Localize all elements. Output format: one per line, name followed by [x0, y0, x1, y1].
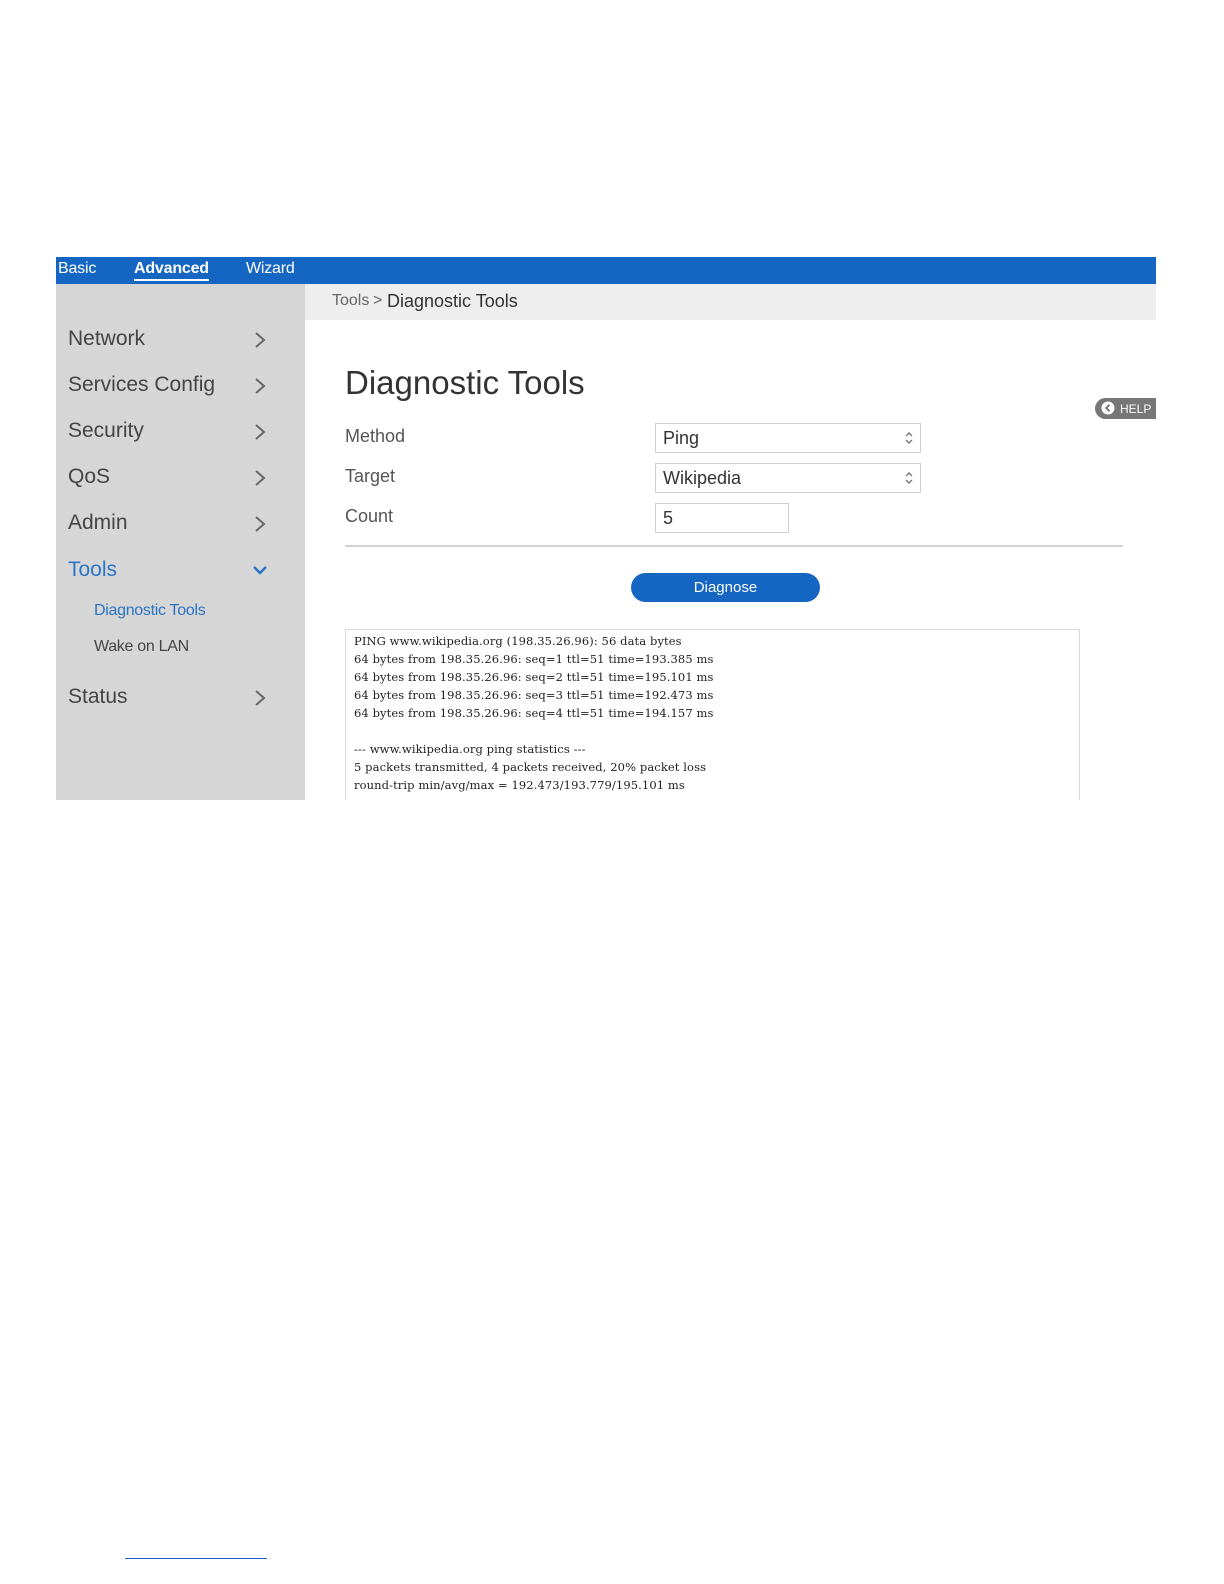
count-label: Count — [345, 506, 394, 526]
sidebar-item-label: Security — [68, 419, 144, 442]
target-select-value: Wikipedia — [663, 468, 742, 488]
output-line: --- www.wikipedia.org ping statistics --… — [354, 742, 586, 756]
router-admin-window: Basic Advanced Wizard Network Services C… — [56, 257, 1156, 800]
sidebar-subitem-diagnostic-tools[interactable]: Diagnostic Tools — [94, 602, 206, 620]
sidebar-item-qos[interactable]: QoS — [68, 463, 268, 495]
help-label: HELP — [1120, 402, 1152, 416]
method-select[interactable]: Ping — [655, 423, 921, 453]
sidebar: Network Services Config Security QoS Adm… — [56, 284, 305, 800]
sidebar-item-services-config[interactable]: Services Config — [68, 371, 268, 403]
method-label: Method — [345, 426, 406, 446]
breadcrumb-parent[interactable]: Tools — [332, 292, 369, 310]
method-select-value: Ping — [663, 428, 700, 448]
chevron-right-icon — [255, 332, 266, 348]
sidebar-item-label: Admin — [68, 511, 128, 534]
output-line: PING www.wikipedia.org (198.35.26.96): 5… — [354, 634, 682, 648]
top-tab-bar: Basic Advanced Wizard — [56, 257, 1156, 284]
up-down-arrows-icon — [905, 432, 913, 444]
up-down-arrows-icon — [905, 472, 913, 484]
tab-wizard[interactable]: Wizard — [246, 260, 295, 278]
footnote-rule — [125, 1558, 267, 1559]
tab-advanced[interactable]: Advanced — [134, 260, 209, 281]
sidebar-subitem-wake-on-lan[interactable]: Wake on LAN — [94, 638, 189, 656]
output-line: 64 bytes from 198.35.26.96: seq=1 ttl=51… — [354, 652, 714, 666]
sidebar-item-status[interactable]: Status — [68, 683, 268, 715]
sidebar-item-label: QoS — [68, 465, 111, 488]
diagnostic-output[interactable]: PING www.wikipedia.org (198.35.26.96): 5… — [345, 629, 1080, 800]
output-line: round-trip min/avg/max = 192.473/193.779… — [354, 778, 685, 792]
chevron-down-icon — [253, 566, 267, 575]
chevron-right-icon — [255, 470, 266, 486]
chevron-right-icon — [255, 424, 266, 440]
sidebar-item-label: Services Config — [68, 373, 216, 396]
tab-basic[interactable]: Basic — [58, 260, 96, 278]
output-line: 64 bytes from 198.35.26.96: seq=3 ttl=51… — [354, 688, 714, 702]
output-line: 64 bytes from 198.35.26.96: seq=4 ttl=51… — [354, 706, 714, 720]
breadcrumb-current: Diagnostic Tools — [387, 291, 518, 311]
form-divider — [345, 545, 1123, 547]
target-label: Target — [345, 466, 396, 486]
sidebar-item-label: Tools — [68, 558, 118, 581]
diagnose-button[interactable]: Diagnose — [631, 573, 820, 602]
sidebar-item-label: Network — [68, 327, 146, 350]
sidebar-item-security[interactable]: Security — [68, 417, 268, 449]
count-input[interactable]: 5 — [655, 503, 789, 533]
help-button[interactable]: HELP — [1095, 398, 1156, 419]
page-title: Diagnostic Tools — [345, 364, 585, 401]
breadcrumb-separator: > — [373, 292, 383, 309]
main-panel: Tools > Diagnostic Tools Diagnostic Tool… — [305, 284, 1156, 800]
output-line: 5 packets transmitted, 4 packets receive… — [354, 760, 707, 774]
chevron-right-icon — [255, 690, 266, 706]
chevron-right-icon — [255, 516, 266, 532]
sidebar-item-label: Status — [68, 685, 128, 708]
sidebar-item-tools[interactable]: Tools — [68, 556, 268, 588]
sidebar-item-admin[interactable]: Admin — [68, 509, 268, 541]
count-input-value: 5 — [663, 508, 674, 528]
breadcrumb: Tools > Diagnostic Tools — [305, 284, 1156, 320]
target-select[interactable]: Wikipedia — [655, 463, 921, 493]
chevron-right-icon — [255, 378, 266, 394]
sidebar-item-network[interactable]: Network — [68, 325, 268, 357]
output-line: 64 bytes from 198.35.26.96: seq=2 ttl=51… — [354, 670, 714, 684]
chevron-left-circle-icon — [1101, 401, 1115, 415]
